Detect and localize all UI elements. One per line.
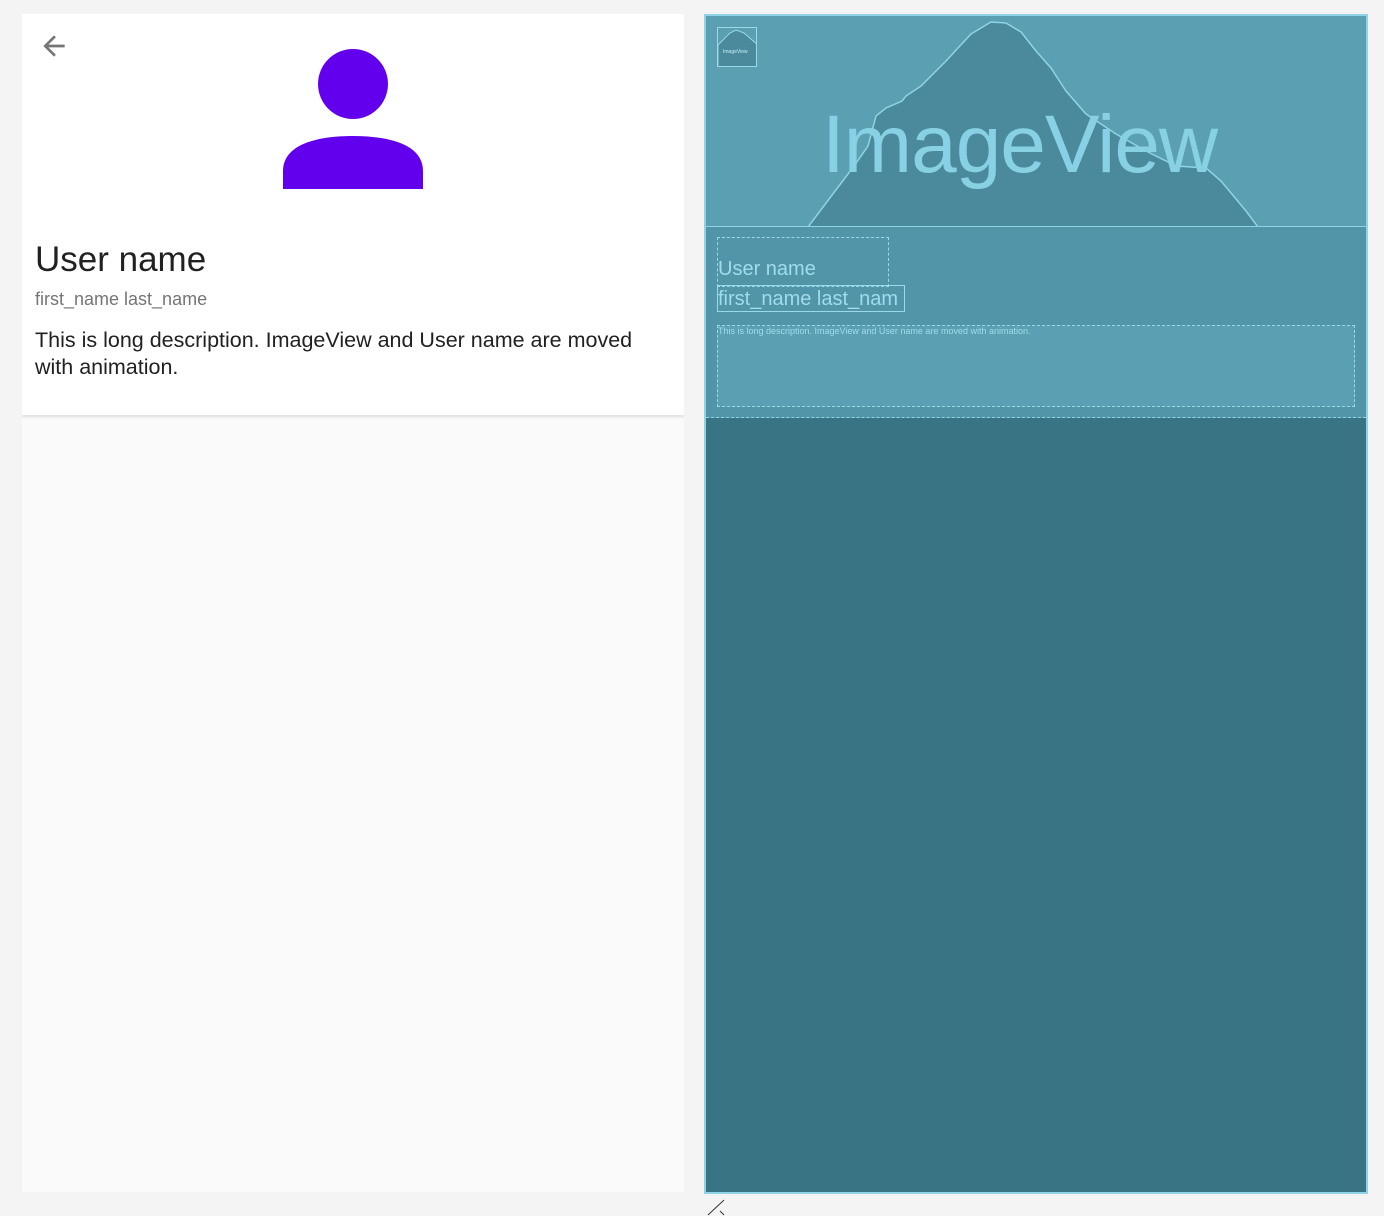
user-description: This is long description. ImageView and … <box>35 328 633 379</box>
user-full-name: first_name last_name <box>35 289 208 309</box>
design-surface: User name first_name last_name This is l… <box>22 14 684 1192</box>
image-placeholder-icon <box>718 29 756 66</box>
blueprint-header-label: ImageView <box>822 99 1218 190</box>
blueprint-user-description[interactable]: This is long description. ImageView and … <box>717 325 1355 407</box>
resize-handle-icon[interactable] <box>706 1198 728 1216</box>
user-name-title: User name <box>35 240 207 279</box>
blueprint-user-name-label: User name <box>718 258 816 280</box>
blueprint-profile-card[interactable]: User name first_name last_nam This is lo… <box>706 227 1366 418</box>
person-icon <box>283 49 423 189</box>
blueprint-user-name[interactable]: User name <box>717 237 889 287</box>
blueprint-back-label: ImageView <box>723 49 748 55</box>
blueprint-header-imageview[interactable]: ImageView ImageView <box>706 16 1366 227</box>
blueprint-user-subtitle[interactable]: first_name last_nam <box>717 285 905 312</box>
blueprint-back-imageview[interactable]: ImageView <box>717 27 757 67</box>
blueprint-surface: ImageView ImageView User name first_name… <box>704 14 1368 1194</box>
back-button[interactable] <box>34 28 74 64</box>
profile-card: User name first_name last_name This is l… <box>22 14 684 417</box>
blueprint-user-description-label: This is long description. ImageView and … <box>718 326 1031 336</box>
arrow-back-icon <box>43 35 65 57</box>
blueprint-user-subtitle-label: first_name last_nam <box>718 288 899 310</box>
